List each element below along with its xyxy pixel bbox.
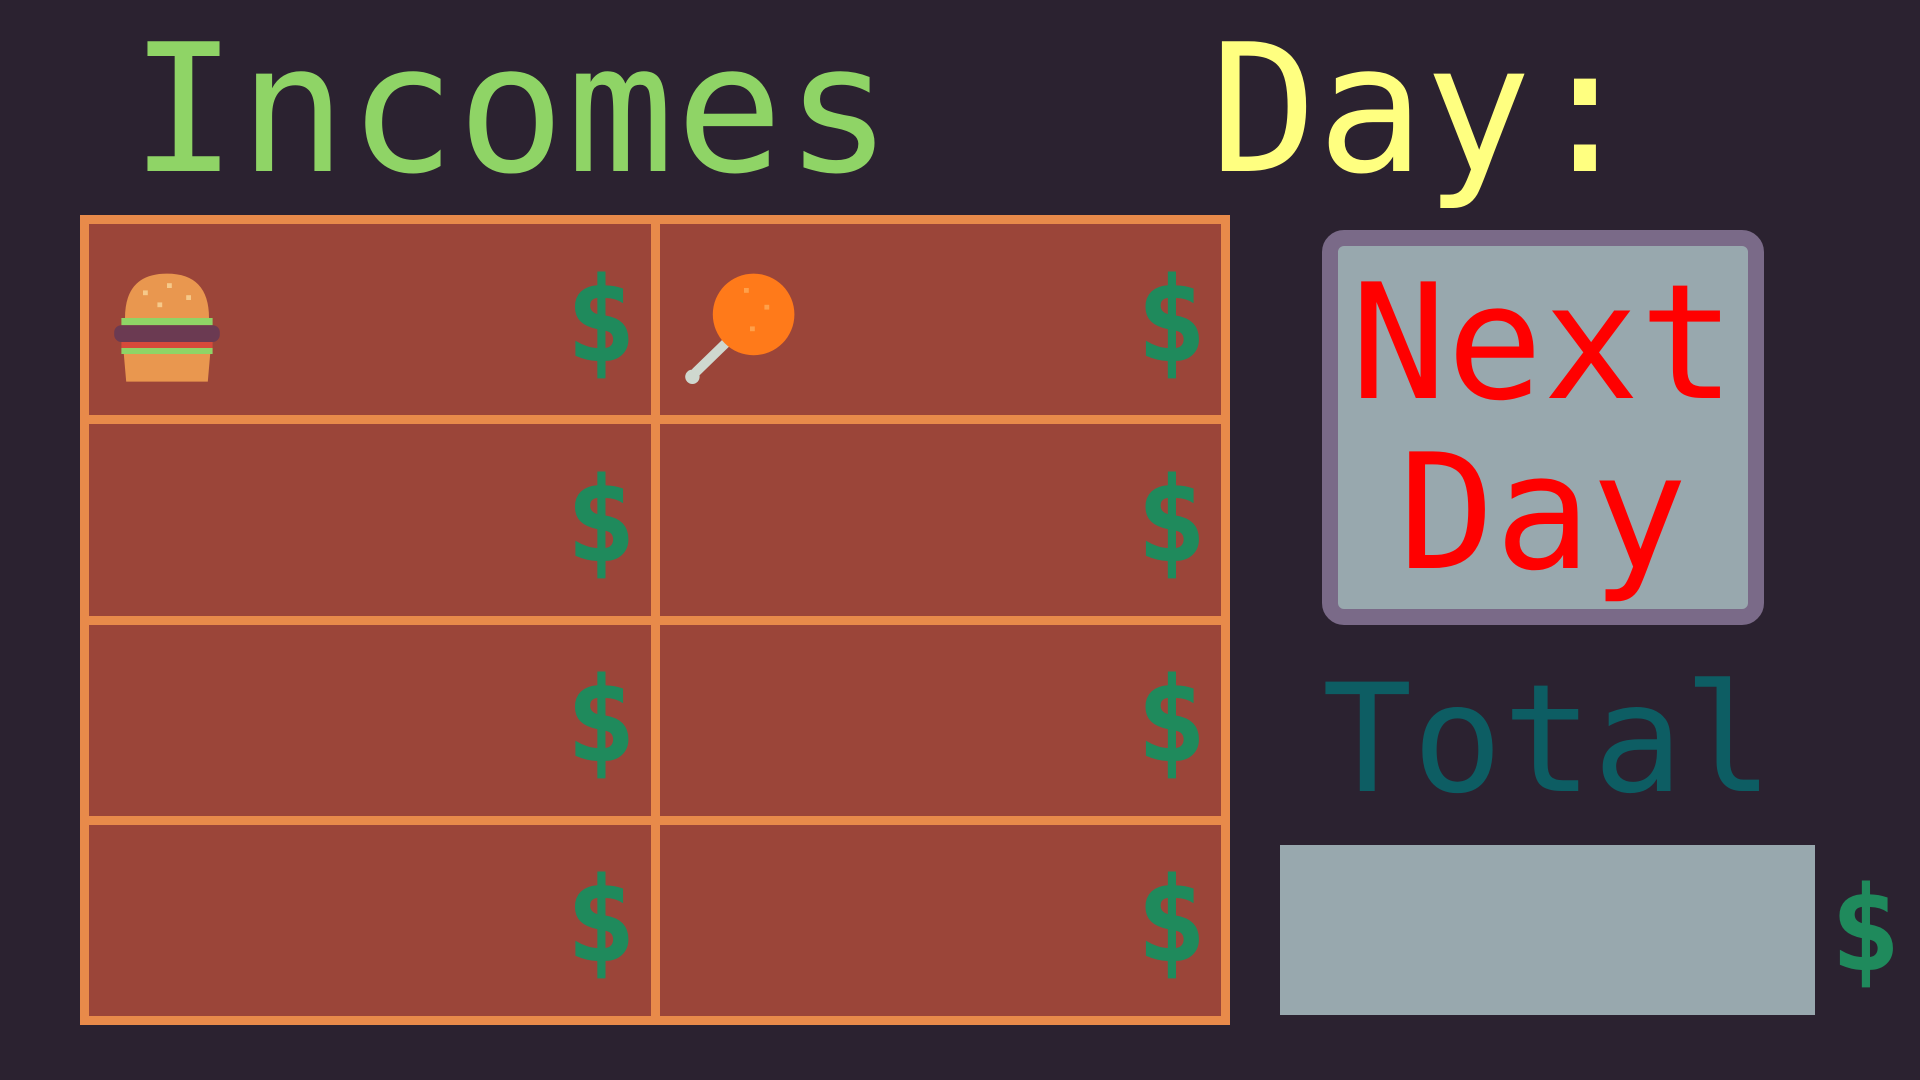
burger-icon (114, 273, 220, 382)
next-day-label-line1: Next (1350, 248, 1736, 436)
incomes-grid: $ $ $ $ $ $ $ $ (80, 215, 1230, 1025)
next-day-label-line2: Day (1398, 418, 1688, 606)
dollar-sign: $ (1135, 851, 1207, 990)
income-cell-3: $ (89, 424, 651, 616)
next-day-button[interactable]: Next Day (1322, 230, 1764, 625)
income-cell-7: $ (89, 824, 651, 1016)
income-cell-5: $ (89, 624, 651, 816)
incomes-title: Incomes (130, 6, 895, 213)
income-cell-1: $ (89, 224, 651, 416)
dollar-sign: $ (1135, 651, 1207, 790)
dollar-sign: $ (565, 450, 637, 589)
dollar-sign: $ (565, 651, 637, 790)
income-cell-6: $ (659, 624, 1221, 816)
dollar-sign: $ (1135, 250, 1207, 389)
dollar-sign: $ (1135, 450, 1207, 589)
total-label: Total (1322, 653, 1774, 827)
income-cell-2: $ (659, 224, 1221, 416)
income-cell-8: $ (659, 824, 1221, 1016)
chicken-leg-icon (684, 273, 794, 384)
total-value-box (1280, 845, 1815, 1015)
dollar-sign: $ (565, 851, 637, 990)
income-cell-4: $ (659, 424, 1221, 616)
dollar-sign: $ (565, 250, 637, 389)
day-label: Day: (1210, 6, 1639, 213)
total-dollar-sign: $ (1830, 860, 1902, 998)
